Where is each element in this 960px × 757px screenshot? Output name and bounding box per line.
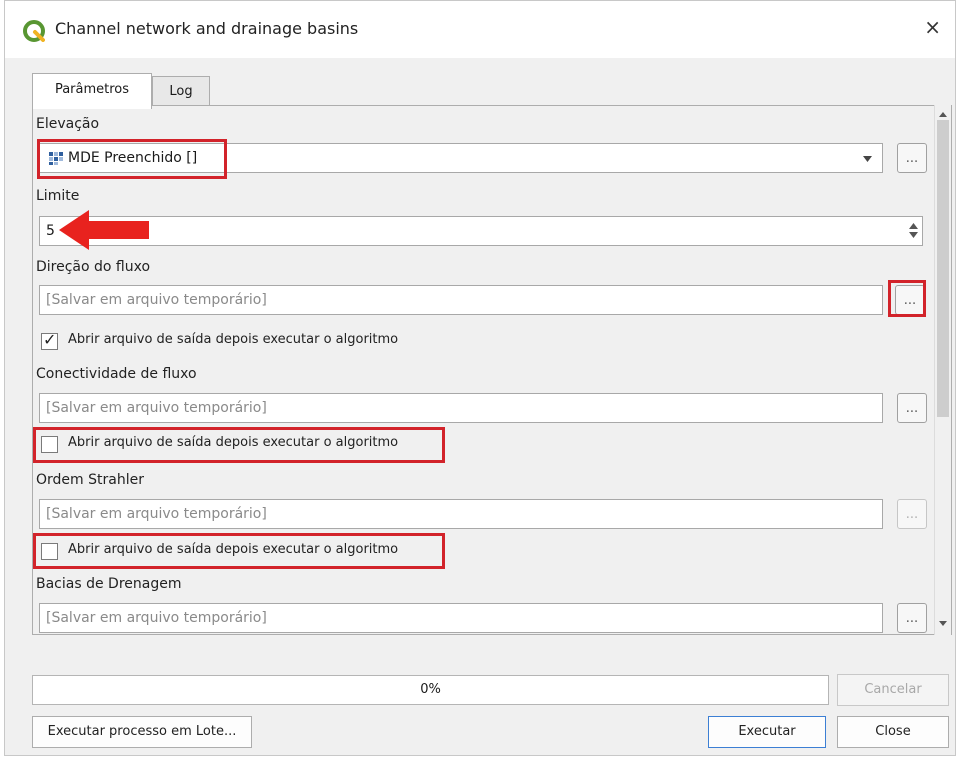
strahler-browse-button[interactable]: ...	[897, 499, 927, 529]
window-title: Channel network and drainage basins	[55, 19, 359, 38]
run-button[interactable]: Executar	[708, 716, 826, 748]
strahler-output-field[interactable]: [Salvar em arquivo temporário]	[39, 499, 883, 529]
cancel-button[interactable]: Cancelar	[837, 674, 949, 706]
title-bar: Channel network and drainage basins ×	[5, 1, 955, 58]
red-arrow-annotation	[59, 210, 149, 250]
parameters-panel: Elevação MDE Preenchido [] ... Limite 5	[32, 105, 952, 635]
progress-bar: 0%	[32, 675, 829, 705]
tab-log[interactable]: Log	[152, 76, 210, 107]
elevacao-combobox[interactable]: MDE Preenchido []	[39, 143, 883, 173]
dialog-window: Channel network and drainage basins × Pa…	[4, 0, 956, 756]
scroll-down-icon[interactable]	[937, 615, 949, 631]
conectividade-open-label: Abrir arquivo de saída depois executar o…	[68, 435, 399, 450]
limite-label: Limite	[36, 188, 80, 204]
direcao-browse-button[interactable]: ...	[895, 285, 925, 315]
scrollbar-thumb[interactable]	[937, 120, 949, 417]
chevron-down-icon[interactable]	[863, 156, 872, 162]
limite-spinbox[interactable]: 5	[39, 216, 923, 246]
strahler-open-label: Abrir arquivo de saída depois executar o…	[68, 542, 399, 557]
conectividade-browse-button[interactable]: ...	[897, 393, 927, 423]
close-icon[interactable]: ×	[924, 15, 941, 39]
qgis-logo-icon	[23, 20, 45, 42]
direcao-open-checkbox[interactable]	[41, 330, 58, 350]
bacias-output-field[interactable]: [Salvar em arquivo temporário]	[39, 603, 883, 633]
tab-parametros[interactable]: Parâmetros	[32, 73, 152, 109]
limite-value: 5	[46, 223, 55, 239]
conectividade-open-checkbox[interactable]	[41, 436, 58, 453]
elevacao-label: Elevação	[36, 116, 100, 132]
strahler-open-checkbox[interactable]	[41, 543, 58, 560]
spinbox-arrows-icon[interactable]	[909, 222, 918, 239]
direcao-open-label: Abrir arquivo de saída depois executar o…	[68, 332, 399, 347]
elevacao-browse-button[interactable]: ...	[897, 143, 927, 173]
raster-layer-icon	[49, 152, 63, 165]
conectividade-output-field[interactable]: [Salvar em arquivo temporário]	[39, 393, 883, 423]
elevacao-value: MDE Preenchido []	[68, 150, 198, 166]
vertical-scrollbar[interactable]	[934, 105, 951, 635]
conectividade-label: Conectividade de fluxo	[36, 366, 197, 382]
direcao-label: Direção do fluxo	[36, 259, 151, 275]
progress-text: 0%	[420, 682, 441, 697]
batch-process-button[interactable]: Executar processo em Lote...	[32, 716, 252, 748]
strahler-label: Ordem Strahler	[36, 472, 144, 488]
direcao-output-field[interactable]: [Salvar em arquivo temporário]	[39, 285, 883, 315]
bacias-label: Bacias de Drenagem	[36, 576, 182, 592]
bacias-browse-button[interactable]: ...	[897, 603, 927, 633]
close-button[interactable]: Close	[837, 716, 949, 748]
